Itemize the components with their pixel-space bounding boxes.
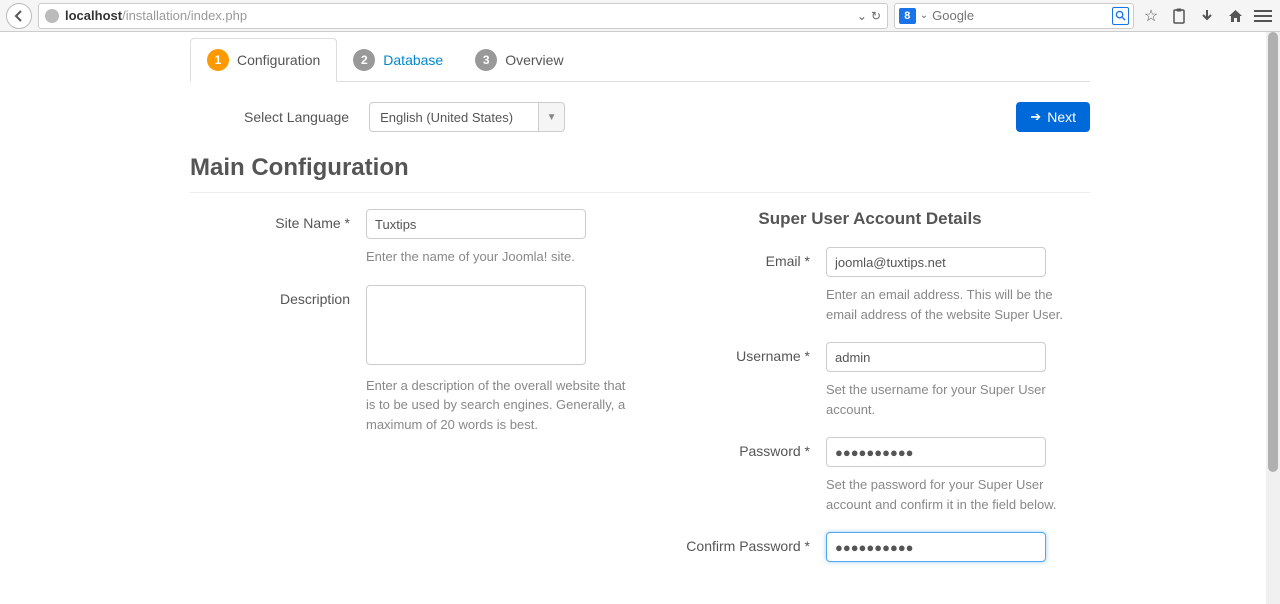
- username-label: Username *: [650, 342, 810, 419]
- description-input[interactable]: [366, 285, 586, 365]
- bookmark-star-icon[interactable]: ☆: [1140, 5, 1162, 27]
- scrollbar-thumb[interactable]: [1268, 32, 1278, 472]
- search-input[interactable]: [932, 8, 1108, 23]
- password-label: Password *: [650, 437, 810, 514]
- tab-configuration[interactable]: 1 Configuration: [190, 38, 337, 82]
- scrollbar[interactable]: [1266, 32, 1280, 604]
- language-value: English (United States): [369, 102, 539, 132]
- dropdown-icon[interactable]: ⌄: [857, 9, 867, 23]
- step-2-badge: 2: [353, 49, 375, 71]
- password-input[interactable]: [826, 437, 1046, 467]
- top-row: Select Language English (United States) …: [190, 82, 1090, 146]
- confirm-password-field: Confirm Password *: [650, 532, 1090, 562]
- language-label: Select Language: [244, 109, 349, 125]
- next-button-label: Next: [1047, 109, 1076, 125]
- confirm-password-input[interactable]: [826, 532, 1046, 562]
- downloads-icon[interactable]: [1196, 5, 1218, 27]
- site-name-input[interactable]: [366, 209, 586, 239]
- installer-page: 1 Configuration 2 Database 3 Overview Se…: [190, 32, 1090, 580]
- divider: [190, 192, 1090, 193]
- super-user-heading: Super User Account Details: [650, 209, 1090, 229]
- left-column: Site Name * Enter the name of your Jooml…: [190, 209, 630, 580]
- language-group: Select Language English (United States) …: [244, 102, 565, 132]
- url-text: localhost/installation/index.php: [65, 8, 851, 23]
- description-help: Enter a description of the overall websi…: [366, 376, 626, 435]
- tab-label: Overview: [505, 52, 563, 68]
- tab-label: Configuration: [237, 52, 320, 68]
- description-label: Description: [190, 285, 350, 435]
- back-button[interactable]: [6, 3, 32, 29]
- home-icon[interactable]: [1224, 5, 1246, 27]
- url-bar[interactable]: localhost/installation/index.php ⌄ ↻: [38, 3, 888, 29]
- tab-label: Database: [383, 52, 443, 68]
- arrow-right-icon: ➔: [1030, 109, 1041, 125]
- site-name-help: Enter the name of your Joomla! site.: [366, 247, 626, 267]
- username-help: Set the username for your Super User acc…: [826, 380, 1086, 419]
- menu-icon[interactable]: [1252, 5, 1274, 27]
- email-help: Enter an email address. This will be the…: [826, 285, 1086, 324]
- password-help: Set the password for your Super User acc…: [826, 475, 1086, 514]
- tab-database[interactable]: 2 Database: [337, 38, 459, 81]
- right-column: Super User Account Details Email * Enter…: [650, 209, 1090, 580]
- language-select[interactable]: English (United States) ▼: [369, 102, 565, 132]
- form-columns: Site Name * Enter the name of your Jooml…: [190, 209, 1090, 580]
- step-1-badge: 1: [207, 49, 229, 71]
- page-title: Main Configuration: [190, 154, 1090, 182]
- email-field: Email * Enter an email address. This wil…: [650, 247, 1090, 324]
- search-dropdown-icon[interactable]: ⌄: [920, 10, 928, 21]
- username-input[interactable]: [826, 342, 1046, 372]
- reload-icon[interactable]: ↻: [871, 9, 881, 23]
- username-field: Username * Set the username for your Sup…: [650, 342, 1090, 419]
- tab-overview[interactable]: 3 Overview: [459, 38, 579, 81]
- clipboard-icon[interactable]: [1168, 5, 1190, 27]
- step-3-badge: 3: [475, 49, 497, 71]
- globe-icon: [45, 9, 59, 23]
- next-button[interactable]: ➔ Next: [1016, 102, 1090, 132]
- search-icon[interactable]: [1112, 7, 1129, 25]
- email-label: Email *: [650, 247, 810, 324]
- google-badge-icon: 8: [899, 8, 916, 24]
- password-field: Password * Set the password for your Sup…: [650, 437, 1090, 514]
- browser-toolbar: localhost/installation/index.php ⌄ ↻ 8 ⌄…: [0, 0, 1280, 32]
- site-name-field: Site Name * Enter the name of your Jooml…: [190, 209, 630, 267]
- description-field: Description Enter a description of the o…: [190, 285, 630, 435]
- site-name-label: Site Name *: [190, 209, 350, 267]
- search-bar[interactable]: 8 ⌄: [894, 3, 1134, 29]
- email-input[interactable]: [826, 247, 1046, 277]
- step-tabs: 1 Configuration 2 Database 3 Overview: [190, 38, 1090, 82]
- confirm-password-label: Confirm Password *: [650, 532, 810, 562]
- chevron-down-icon: ▼: [539, 102, 565, 132]
